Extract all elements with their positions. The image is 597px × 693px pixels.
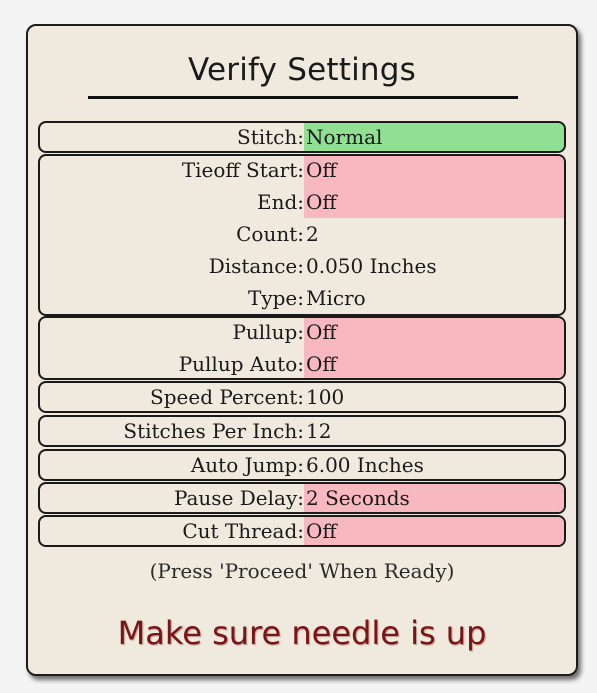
verify-settings-dialog: Verify Settings Stitch: Normal Tieoff St… — [26, 24, 578, 676]
group-pause-delay: Pause Delay: 2 Seconds — [38, 482, 566, 514]
needle-warning: Make sure needle is up — [117, 614, 487, 652]
value-speed-percent: 100 — [306, 385, 345, 409]
row-stitch: Stitch: Normal — [40, 123, 564, 151]
group-tieoff: Tieoff Start: Off End: Off Count: 2 Dist… — [38, 154, 566, 316]
value-stitch: Normal — [304, 123, 564, 151]
label-pullup: Pullup: — [232, 320, 304, 344]
group-pullup: Pullup: Off Pullup Auto: Off — [38, 316, 566, 380]
group-stitch: Stitch: Normal — [38, 121, 566, 153]
row-pause-delay: Pause Delay: 2 Seconds — [40, 484, 564, 512]
label-tieoff-distance: Distance: — [208, 254, 304, 278]
group-speed-percent: Speed Percent: 100 — [38, 381, 566, 413]
row-tieoff-distance: Distance: 0.050 Inches — [40, 250, 564, 282]
row-pullup-auto: Pullup Auto: Off — [40, 348, 564, 378]
row-tieoff-type: Type: Micro — [40, 282, 564, 314]
value-pullup-auto: Off — [304, 348, 564, 378]
group-cut-thread: Cut Thread: Off — [38, 515, 566, 547]
value-pause-delay: 2 Seconds — [304, 484, 564, 512]
group-auto-jump: Auto Jump: 6.00 Inches — [38, 449, 566, 481]
row-speed-percent: Speed Percent: 100 — [40, 383, 564, 411]
value-tieoff-end: Off — [304, 186, 564, 218]
value-pullup: Off — [304, 318, 564, 348]
row-tieoff-end: End: Off — [40, 186, 564, 218]
label-pause-delay: Pause Delay: — [173, 486, 304, 510]
label-auto-jump: Auto Jump: — [190, 453, 304, 477]
value-stitches-per-inch: 12 — [306, 419, 332, 443]
label-pullup-auto: Pullup Auto: — [178, 352, 304, 376]
label-speed-percent: Speed Percent: — [150, 385, 304, 409]
label-cut-thread: Cut Thread: — [182, 519, 304, 543]
label-tieoff-type: Type: — [247, 286, 304, 310]
label-tieoff-start: Tieoff Start: — [181, 158, 304, 182]
row-tieoff-start: Tieoff Start: Off — [40, 156, 564, 186]
label-tieoff-end: End: — [256, 190, 304, 214]
row-pullup: Pullup: Off — [40, 318, 564, 348]
value-tieoff-type: Micro — [306, 286, 366, 310]
proceed-hint: (Press 'Proceed' When Ready) — [149, 559, 455, 583]
value-auto-jump: 6.00 Inches — [306, 453, 424, 477]
row-stitches-per-inch: Stitches Per Inch: 12 — [40, 417, 564, 445]
label-stitches-per-inch: Stitches Per Inch: — [123, 419, 304, 443]
value-tieoff-count: 2 — [306, 222, 319, 246]
value-tieoff-distance: 0.050 Inches — [306, 254, 437, 278]
row-auto-jump: Auto Jump: 6.00 Inches — [40, 451, 564, 479]
value-cut-thread: Off — [304, 517, 564, 545]
dialog-title: Verify Settings — [188, 52, 416, 88]
group-stitches-per-inch: Stitches Per Inch: 12 — [38, 415, 566, 447]
title-underline — [88, 96, 518, 99]
row-tieoff-count: Count: 2 — [40, 218, 564, 250]
label-stitch: Stitch: — [237, 125, 304, 149]
value-tieoff-start: Off — [304, 156, 564, 186]
row-cut-thread: Cut Thread: Off — [40, 517, 564, 545]
label-tieoff-count: Count: — [236, 222, 304, 246]
